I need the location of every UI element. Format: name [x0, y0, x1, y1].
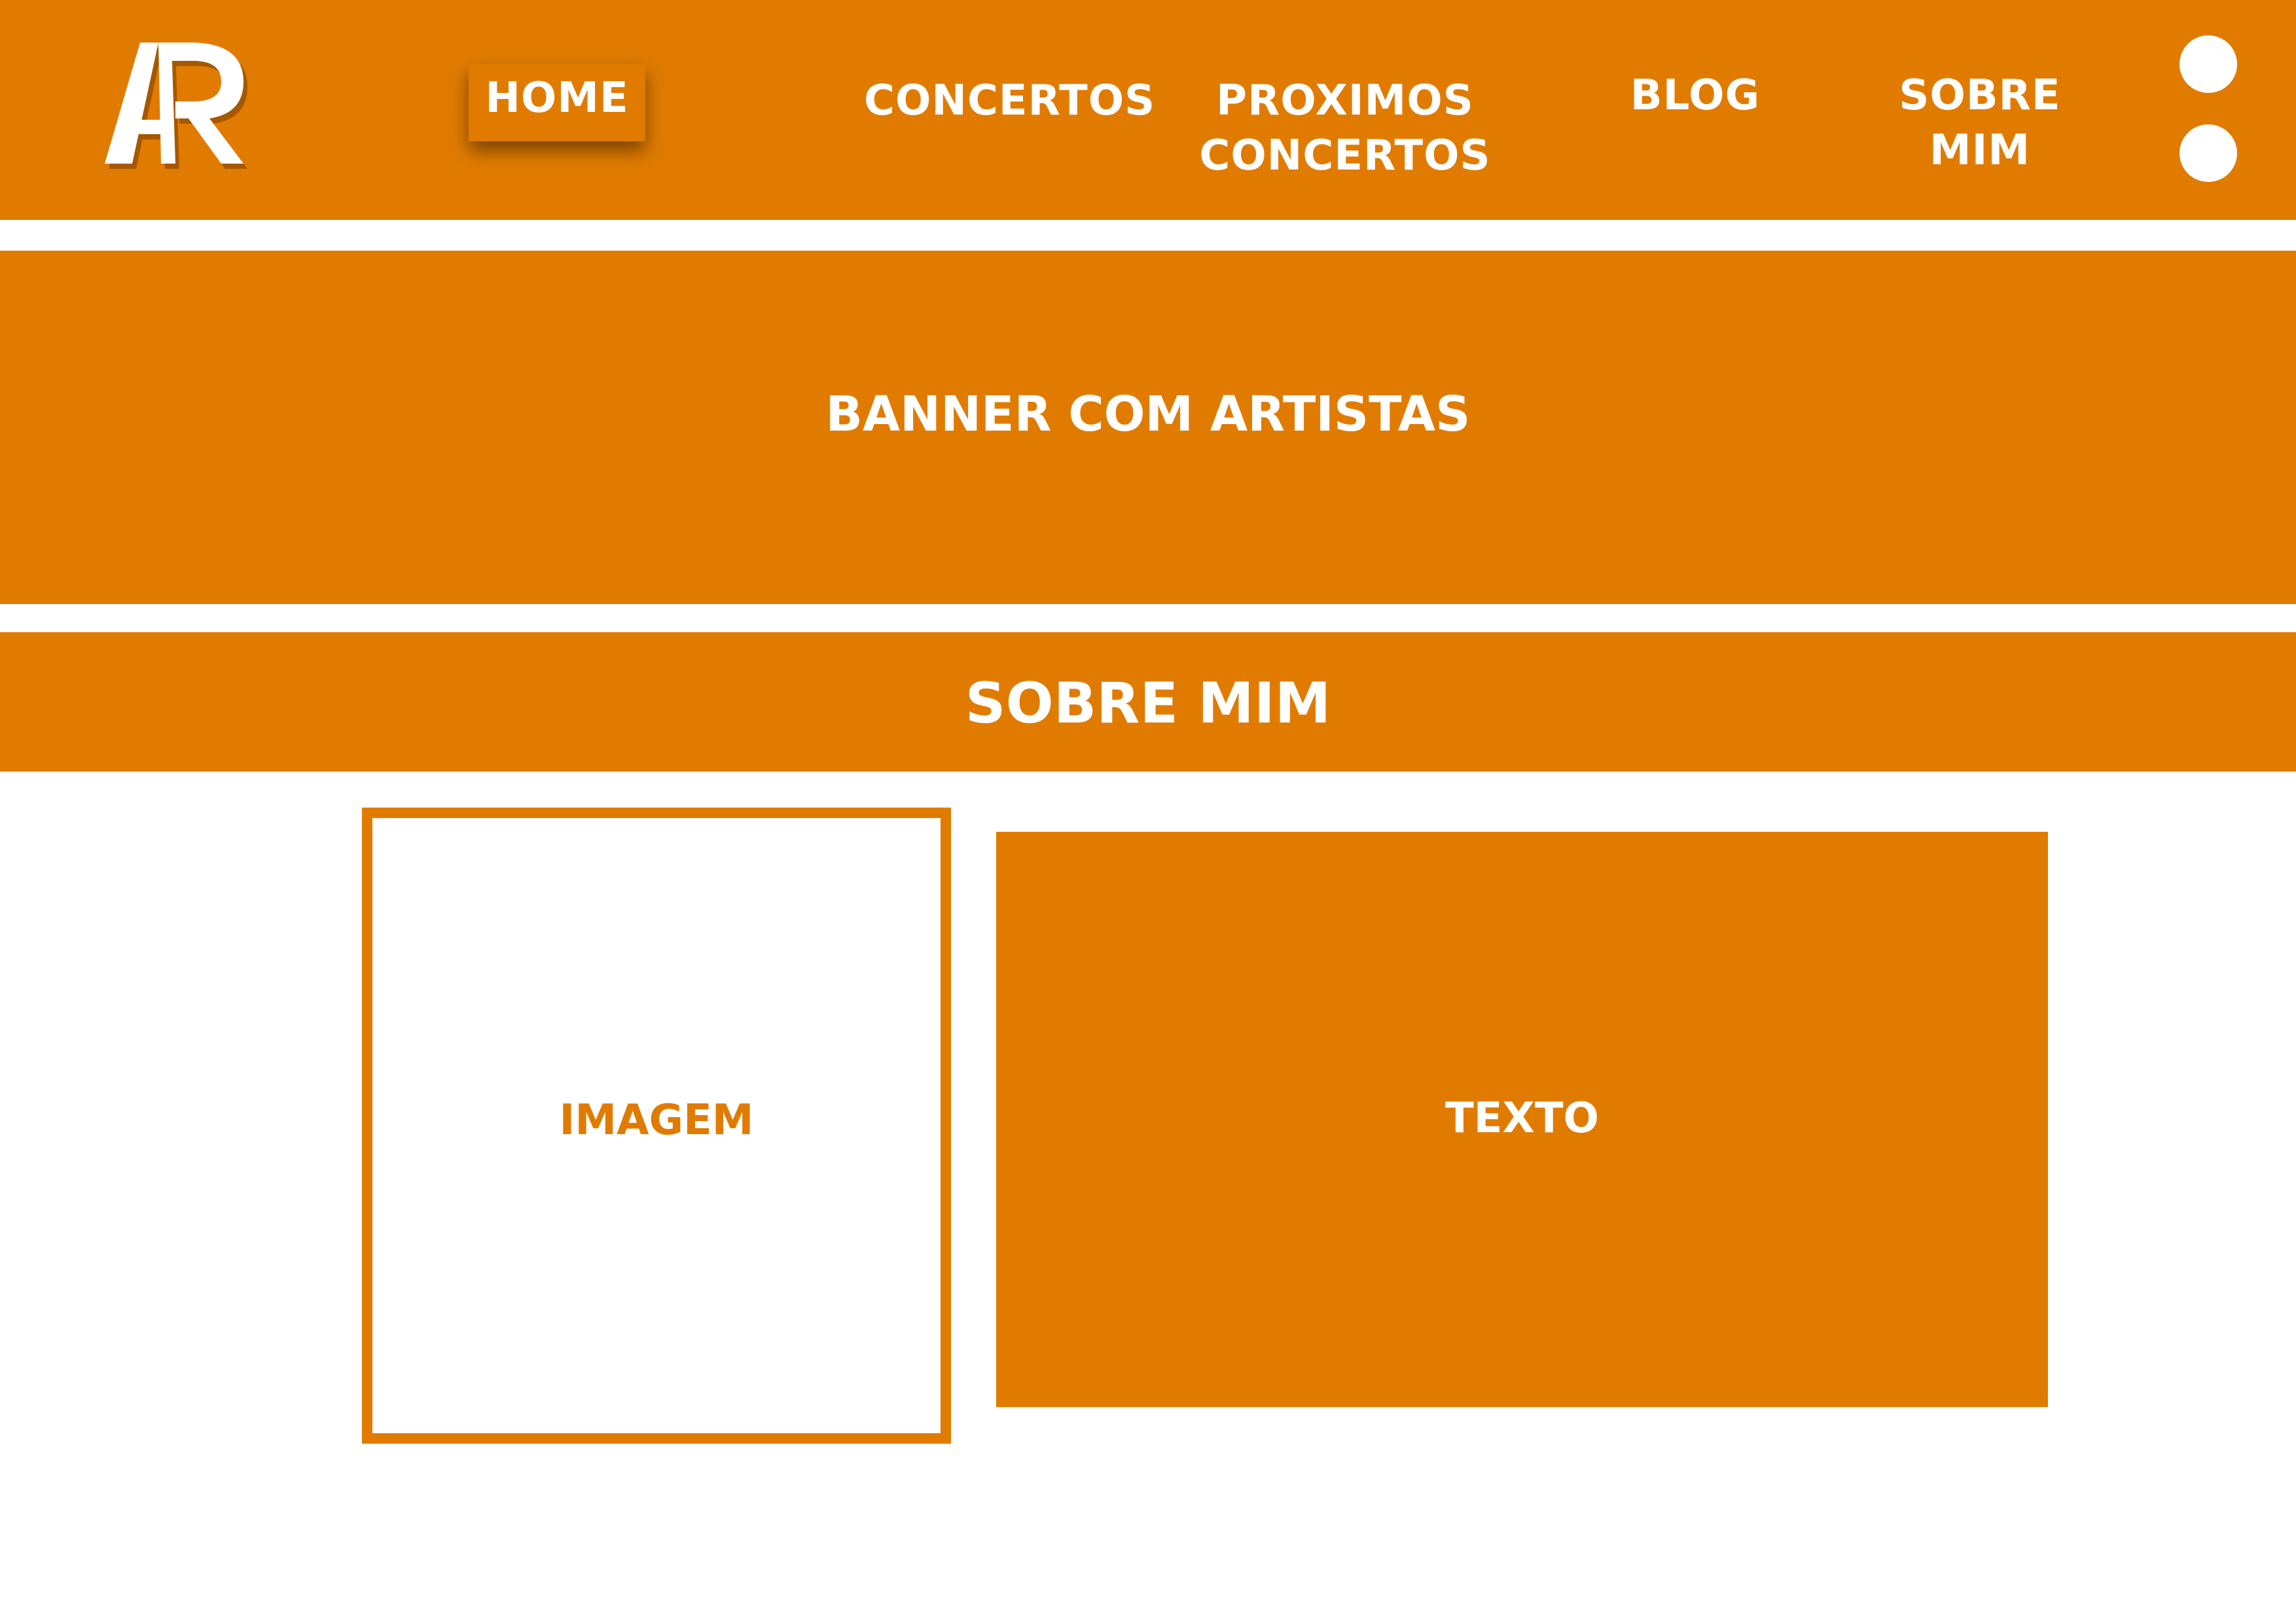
nav-home-button[interactable]: HOME [469, 64, 645, 141]
text-label: TEXTO [1445, 1094, 1599, 1143]
nav-blog-link[interactable]: BLOG [1617, 68, 1774, 123]
logo-icon[interactable] [98, 36, 249, 187]
artists-banner: BANNER COM ARTISTAS [0, 251, 2296, 604]
image-placeholder: IMAGEM [362, 808, 951, 1444]
nav-proximos-concertos-link[interactable]: PROXIMOS CONCERTOS [1198, 73, 1492, 183]
banner-title: BANNER COM ARTISTAS [825, 386, 1471, 442]
nav-proximos-line1: PROXIMOS [1216, 77, 1474, 125]
circle-icon[interactable] [2179, 124, 2237, 182]
circle-icon[interactable] [2179, 35, 2237, 93]
about-title: SOBRE MIM [965, 671, 1331, 736]
site-header: HOME CONCERTOS PROXIMOS CONCERTOS BLOG S… [0, 0, 2296, 220]
nav-sobre-mim-link[interactable]: SOBRE MIM [1852, 68, 2108, 178]
nav-concertos-link[interactable]: CONCERTOS [864, 73, 1155, 128]
image-label: IMAGEM [559, 1096, 754, 1145]
nav-proximos-line2: CONCERTOS [1199, 132, 1491, 180]
about-section-header: SOBRE MIM [0, 632, 2296, 772]
text-placeholder: TEXTO [996, 832, 2048, 1407]
